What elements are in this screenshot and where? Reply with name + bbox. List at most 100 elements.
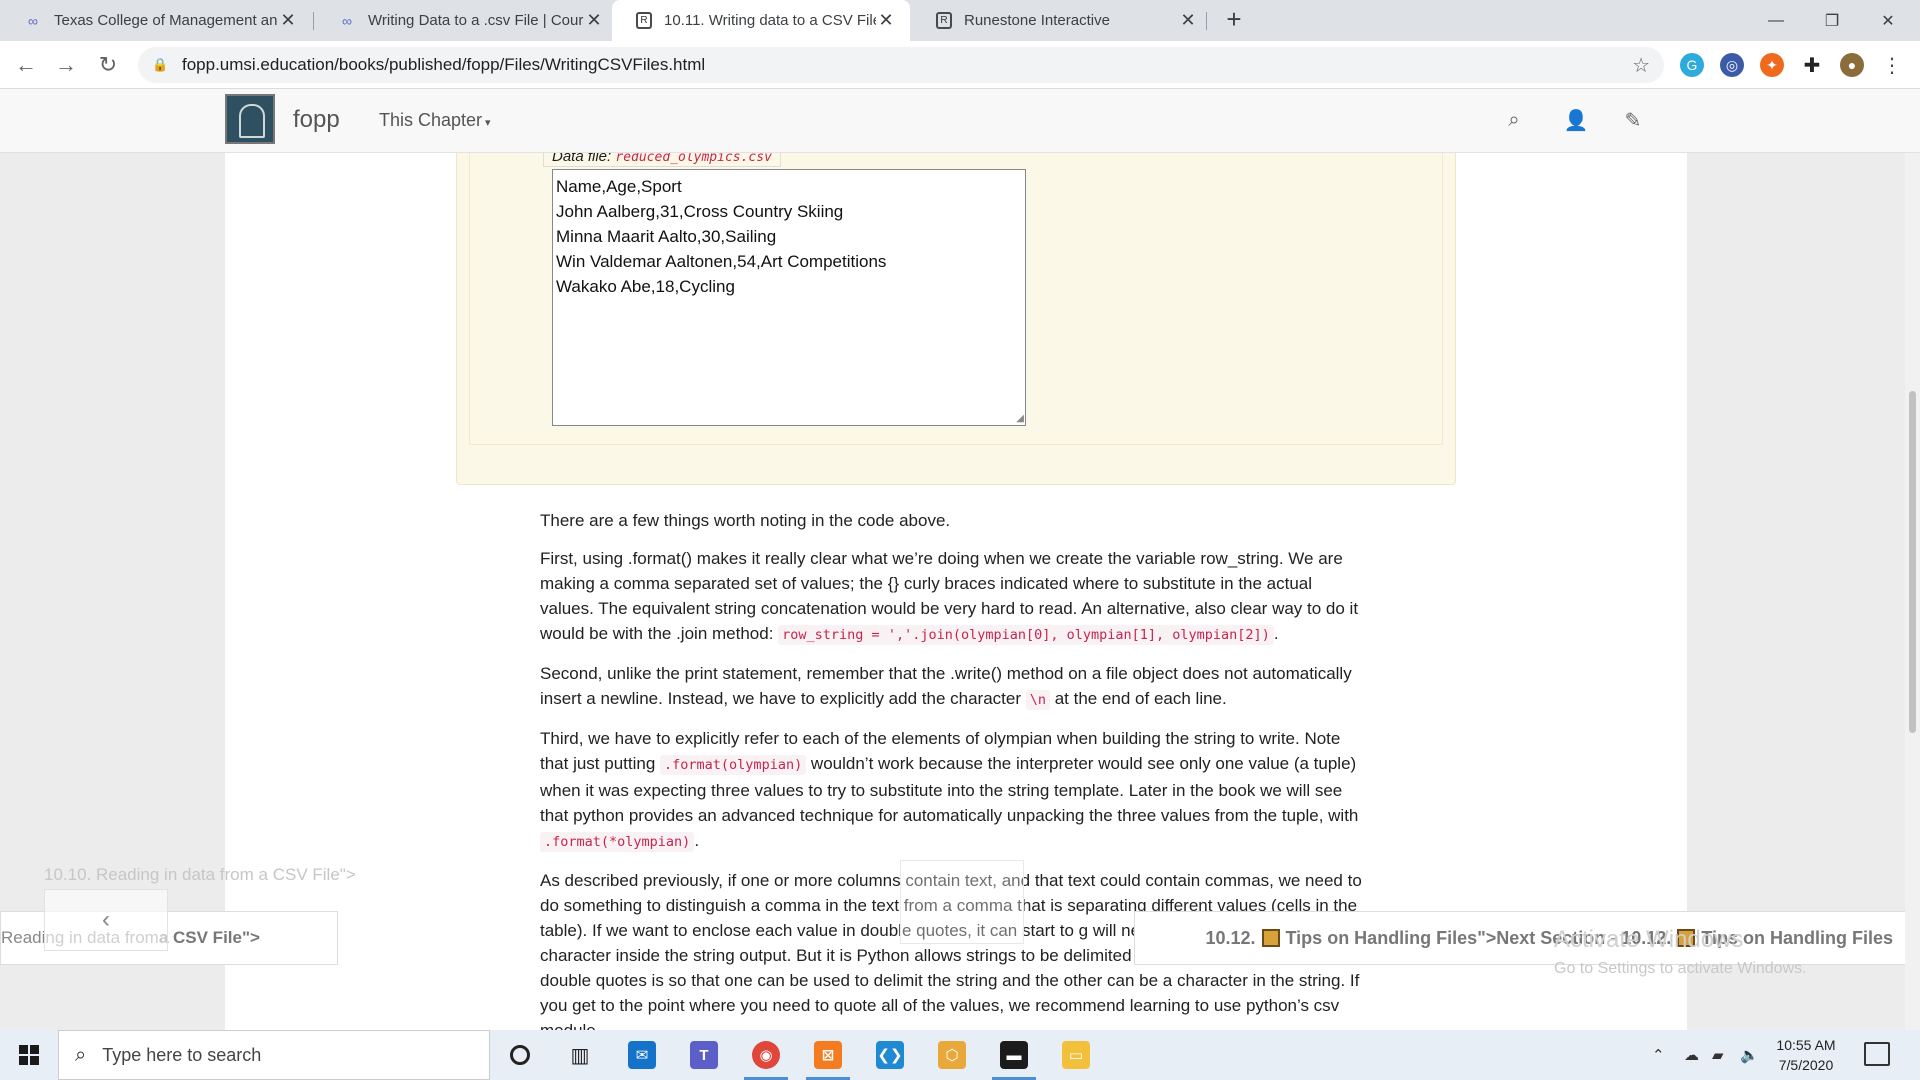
- tab-title: Texas College of Management an: [54, 12, 278, 29]
- site-logo[interactable]: [225, 94, 275, 144]
- csv-line: Wakako Abe,18,Cycling: [556, 277, 735, 296]
- teams-icon[interactable]: T: [674, 1030, 734, 1080]
- doc-icon: R: [636, 12, 652, 29]
- tab-title: 10.11. Writing data to a CSV File: [664, 12, 876, 29]
- inline-code: \n: [1025, 690, 1050, 710]
- paragraph: There are a few things worth noting in t…: [540, 511, 951, 530]
- search-icon[interactable]: ⌕: [1501, 107, 1527, 133]
- forward-arrow-icon[interactable]: →: [50, 49, 82, 81]
- close-icon[interactable]: ✕: [278, 10, 298, 31]
- paragraph-text: .: [694, 831, 700, 850]
- new-tab-button[interactable]: +: [1220, 6, 1248, 34]
- clock-time: 10:55 AM: [1776, 1037, 1836, 1053]
- profile-avatar[interactable]: ●: [1840, 53, 1864, 77]
- chrome-icon[interactable]: ◉: [736, 1030, 796, 1080]
- doc-icon: R: [936, 12, 952, 29]
- tray-chevron-icon[interactable]: ⌃: [1652, 1030, 1665, 1080]
- onedrive-icon[interactable]: ☁: [1684, 1030, 1699, 1080]
- browser-toolbar: ← → ↻ 🔒 fopp.umsi.education/books/publis…: [0, 41, 1920, 89]
- mail-icon[interactable]: ✉: [612, 1030, 672, 1080]
- csv-line: Win Valdemar Aaltonen,54,Art Competition…: [556, 252, 887, 271]
- user-icon[interactable]: 👤: [1563, 107, 1589, 133]
- pencil-icon[interactable]: ✎: [1620, 107, 1646, 133]
- menu-kebab-icon[interactable]: ⋮: [1880, 53, 1904, 77]
- paragraph-text: .: [1273, 624, 1279, 643]
- activate-windows-watermark: Activate Windows: [1554, 926, 1744, 953]
- tab-writing-csv-active[interactable]: R 10.11. Writing data to a CSV File ✕: [612, 0, 910, 41]
- reload-icon[interactable]: ↻: [92, 49, 124, 81]
- extension-mask-icon[interactable]: ◎: [1720, 53, 1744, 77]
- lock-icon: 🔒: [152, 57, 169, 72]
- bookmark-star-icon[interactable]: ☆: [1632, 53, 1650, 78]
- close-icon[interactable]: ✕: [1178, 10, 1198, 31]
- file-explorer-icon[interactable]: ▭: [1046, 1030, 1106, 1080]
- browser-tab-strip: ∞ Texas College of Management an ✕ ∞ Wri…: [0, 0, 1920, 41]
- activecode-inner: Data file: reduced_olympics.csv Name,Age…: [469, 153, 1443, 445]
- extension-grammar-icon[interactable]: G: [1680, 53, 1704, 77]
- tab-title: Writing Data to a .csv File | Cours: [368, 12, 584, 29]
- activecode-panel: Data file: reduced_olympics.csv Name,Age…: [456, 153, 1456, 485]
- prev-chevron-icon[interactable]: ‹: [44, 889, 168, 951]
- scrollbar-thumb[interactable]: [1909, 391, 1916, 733]
- task-view-icon[interactable]: ▥: [550, 1030, 610, 1080]
- paragraph: Second, unlike the print statement, reme…: [540, 661, 1370, 713]
- taskbar-clock[interactable]: 10:55 AM 7/5/2020: [1766, 1035, 1846, 1075]
- minimize-icon[interactable]: —: [1748, 0, 1804, 41]
- inline-code: .format(*olympian): [540, 832, 695, 852]
- data-file-name: reduced_olympics.csv: [615, 153, 772, 165]
- notification-icon[interactable]: [1864, 1042, 1890, 1066]
- csv-data-textarea[interactable]: Name,Age,Sport John Aalberg,31,Cross Cou…: [552, 169, 1026, 426]
- page-scrollbar[interactable]: [1905, 153, 1920, 1030]
- resize-grip-icon[interactable]: ◢: [1016, 414, 1024, 424]
- address-bar[interactable]: 🔒 fopp.umsi.education/books/published/fo…: [138, 47, 1664, 83]
- tab-texas-college[interactable]: ∞ Texas College of Management an ✕: [0, 0, 312, 41]
- chapter-menu[interactable]: This Chapter ▾: [379, 110, 491, 131]
- file-cabinet-icon: [1261, 929, 1280, 947]
- windows-start-icon[interactable]: [0, 1030, 58, 1080]
- tab-writing-data-course[interactable]: ∞ Writing Data to a .csv File | Cours ✕: [314, 0, 618, 41]
- paragraph-text: Second, unlike the print statement, reme…: [540, 664, 1352, 708]
- cortana-icon[interactable]: [490, 1030, 550, 1080]
- battery-icon[interactable]: ▰: [1712, 1030, 1724, 1080]
- close-icon[interactable]: ✕: [876, 10, 896, 31]
- close-icon[interactable]: ✕: [584, 10, 604, 31]
- tab-divider: [1206, 12, 1207, 30]
- next-button-text: 10.12.: [1205, 927, 1256, 948]
- terminal-icon[interactable]: ▬: [984, 1030, 1044, 1080]
- data-file-caption: Data file:: [552, 153, 612, 165]
- floating-overlay-box: [900, 860, 1024, 944]
- extension-fire-icon[interactable]: ✦: [1760, 53, 1784, 77]
- infinity-icon: ∞: [342, 12, 352, 29]
- restore-icon[interactable]: ❐: [1804, 0, 1860, 41]
- paragraph: Third, we have to explicitly refer to ea…: [540, 726, 1370, 855]
- tab-title: Runestone Interactive: [964, 12, 1110, 29]
- vscode-icon[interactable]: ❮❯: [860, 1030, 920, 1080]
- inline-code: .format(olympian): [660, 755, 807, 775]
- data-file-label: Data file: reduced_olympics.csv: [543, 153, 781, 167]
- prev-section-ghost-link[interactable]: 10.10. Reading in data from a CSV File">: [44, 865, 356, 885]
- back-arrow-icon[interactable]: ←: [10, 49, 42, 81]
- hexagon-app-icon[interactable]: ⬡: [922, 1030, 982, 1080]
- taskbar-search-input[interactable]: ⌕ Type here to search: [58, 1030, 490, 1080]
- csv-line: John Aalberg,31,Cross Country Skiing: [556, 202, 844, 221]
- paragraph-text: at the end of each line.: [1049, 689, 1227, 708]
- site-brand[interactable]: fopp: [293, 106, 340, 134]
- volume-icon[interactable]: 🔈: [1740, 1030, 1759, 1080]
- clock-date: 7/5/2020: [1778, 1057, 1834, 1073]
- search-icon: ⌕: [75, 1043, 87, 1066]
- extensions-puzzle-icon[interactable]: ✚: [1800, 53, 1824, 77]
- next-section-button[interactable]: 10.12. Tips on Handling Files">Next Sect…: [1134, 911, 1914, 965]
- windows-taskbar: ⌕ Type here to search ▥ ✉ T ◉ ⊠ ❮❯ ⬡ ▬ ▭…: [0, 1030, 1920, 1080]
- prev-button-bold: a CSV File">: [158, 928, 260, 947]
- close-window-icon[interactable]: ✕: [1860, 0, 1916, 41]
- url-text: fopp.umsi.education/books/published/fopp…: [182, 55, 706, 74]
- csv-line: Minna Maarit Aalto,30,Sailing: [556, 227, 777, 246]
- csv-line: Name,Age,Sport: [556, 177, 682, 196]
- site-navbar: fopp This Chapter ▾ ⌕ 👤 ✎: [0, 89, 1920, 153]
- xampp-icon[interactable]: ⊠: [798, 1030, 858, 1080]
- activate-windows-subtext: Go to Settings to activate Windows.: [1554, 960, 1807, 977]
- search-placeholder: Type here to search: [102, 1044, 262, 1065]
- tab-runestone[interactable]: R Runestone Interactive ✕: [912, 0, 1212, 41]
- infinity-icon: ∞: [28, 12, 38, 29]
- chapter-menu-label: This Chapter: [379, 110, 483, 130]
